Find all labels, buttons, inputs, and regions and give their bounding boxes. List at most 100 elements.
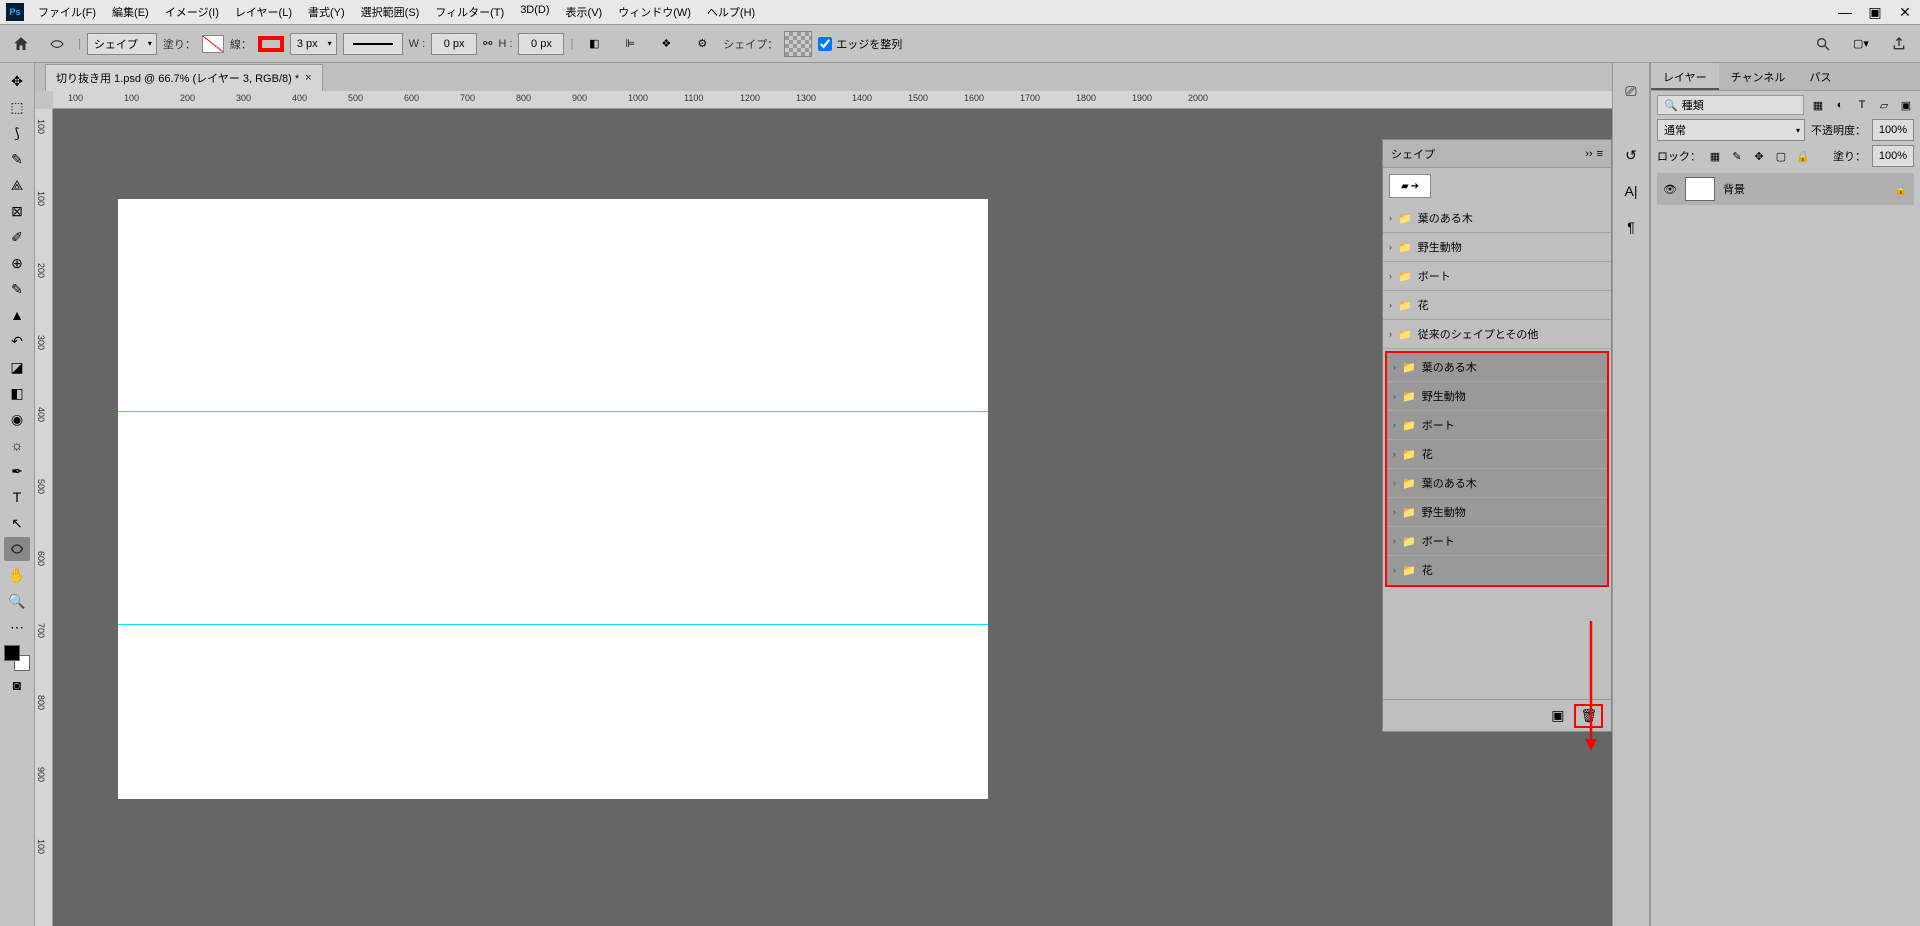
panel-menu-icon[interactable]: ≡ [1597,148,1603,160]
shape-folder-item[interactable]: ›📁野生動物 [1383,233,1611,262]
menu-select[interactable]: 選択範囲(S) [353,0,428,24]
menu-layer[interactable]: レイヤー(L) [227,0,300,24]
fg-color-swatch[interactable] [4,645,20,661]
hand-tool[interactable]: ✋ [4,563,30,587]
layer-name[interactable]: 背景 [1723,181,1745,197]
lock-pixels-icon[interactable]: ✎ [1729,148,1745,164]
menu-image[interactable]: イメージ(I) [157,0,227,24]
height-field[interactable] [518,33,564,55]
visibility-icon[interactable]: 👁 [1663,183,1677,196]
shape-folder-item[interactable]: ›📁ボート [1387,527,1607,556]
shape-folder-item[interactable]: ›📁従来のシェイプとその他 [1383,320,1611,349]
custom-shape-tool[interactable] [4,537,30,561]
shape-folder-item[interactable]: ›📁野生動物 [1387,498,1607,527]
type-tool[interactable]: T [4,485,30,509]
shape-folder-item[interactable]: ›📁花 [1387,440,1607,469]
document-tab[interactable]: 切り抜き用 1.psd @ 66.7% (レイヤー 3, RGB/8) * × [45,64,323,91]
shape-folder-item[interactable]: ›📁葉のある木 [1387,469,1607,498]
shape-folder-item[interactable]: ›📁花 [1383,291,1611,320]
color-swatches[interactable] [4,645,30,671]
frame-tool[interactable]: ⊠ [4,199,30,223]
collapse-panel-icon[interactable]: ›› [1585,148,1592,160]
path-align-icon[interactable]: ⊫ [615,30,645,58]
dodge-tool[interactable]: ☼ [4,433,30,457]
link-wh-icon[interactable]: ⚯ [483,37,492,50]
opacity-field[interactable]: 100% [1872,119,1914,141]
canvas[interactable] [118,199,988,799]
filter-adjust-icon[interactable]: ◐ [1832,97,1848,113]
menu-file[interactable]: ファイル(F) [30,0,104,24]
layer-row[interactable]: 👁 背景 🔒 [1657,173,1914,205]
guide-horizontal[interactable] [118,411,988,412]
home-button[interactable] [6,30,36,58]
gradient-tool[interactable]: ◧ [4,381,30,405]
menu-window[interactable]: ウィンドウ(W) [610,0,699,24]
tool-preset-icon[interactable] [42,30,72,58]
move-tool[interactable]: ✥ [4,69,30,93]
shape-mode-combo[interactable]: シェイプ [87,33,157,55]
healing-tool[interactable]: ⊕ [4,251,30,275]
dock-properties-icon[interactable]: ⎚ [1617,77,1645,105]
lasso-tool[interactable]: ⟆ [4,121,30,145]
ruler-horizontal[interactable]: 1001002003004005006007008009001000110012… [53,91,1612,109]
shape-folder-item[interactable]: ›📁葉のある木 [1387,353,1607,382]
brush-tool[interactable]: ✎ [4,277,30,301]
stroke-width-combo[interactable]: 3 px [290,33,337,55]
close-window-button[interactable]: ✕ [1890,1,1920,23]
path-arrange-icon[interactable]: ❖ [651,30,681,58]
shape-folder-item[interactable]: ›📁花 [1387,556,1607,585]
shape-preview-row[interactable]: ▰➔ [1389,174,1431,198]
stroke-style-combo[interactable] [343,33,403,55]
quick-select-tool[interactable]: ✎ [4,147,30,171]
shape-folder-item[interactable]: ›📁野生動物 [1387,382,1607,411]
quick-mask-icon[interactable]: ◙ [4,673,30,697]
fill-opacity-field[interactable]: 100% [1872,145,1914,167]
ruler-vertical[interactable]: 100100200300400500600700800900100 [35,109,53,926]
shape-folder-item[interactable]: ›📁ボート [1387,411,1607,440]
layer-thumbnail[interactable] [1685,177,1715,201]
eraser-tool[interactable]: ◪ [4,355,30,379]
tab-channels[interactable]: チャンネル [1719,63,1798,90]
zoom-tool[interactable]: 🔍 [4,589,30,613]
lock-all-icon[interactable]: 🔒 [1795,148,1811,164]
guide-horizontal[interactable] [118,624,988,625]
filter-shape-icon[interactable]: ▱ [1876,97,1892,113]
tab-paths[interactable]: パス [1797,63,1843,90]
minimize-button[interactable]: — [1830,1,1860,23]
stroke-swatch[interactable] [258,36,284,52]
shape-folder-item[interactable]: ›📁ボート [1383,262,1611,291]
lock-artboard-icon[interactable]: ▢ [1773,148,1789,164]
width-field[interactable] [431,33,477,55]
lock-position-icon[interactable]: ✥ [1751,148,1767,164]
menu-view[interactable]: 表示(V) [558,0,611,24]
lock-transparency-icon[interactable]: ▦ [1707,148,1723,164]
menu-type[interactable]: 書式(Y) [300,0,353,24]
filter-smart-icon[interactable]: ▣ [1898,97,1914,113]
dock-character-icon[interactable]: A| [1617,177,1645,205]
filter-type-icon[interactable]: T [1854,97,1870,113]
maximize-button[interactable]: ▣ [1860,1,1890,23]
workspace-switcher-icon[interactable]: ▢▾ [1846,30,1876,58]
gear-icon[interactable]: ⚙ [687,30,717,58]
history-brush-tool[interactable]: ↶ [4,329,30,353]
search-icon[interactable] [1808,30,1838,58]
pen-tool[interactable]: ✒ [4,459,30,483]
marquee-tool[interactable]: ⬚ [4,95,30,119]
more-tools[interactable]: ⋯ [4,615,30,639]
crop-tool[interactable]: ⟁ [4,173,30,197]
shape-picker-thumb[interactable] [784,31,812,57]
fill-swatch[interactable] [202,35,224,53]
new-group-icon[interactable]: ▣ [1551,707,1564,724]
align-edges-checkbox[interactable]: エッジを整列 [818,36,902,52]
close-tab-icon[interactable]: × [305,72,311,84]
canvas-area[interactable]: シェイプ ›› ≡ ▰➔ ›📁葉のある木›📁野生動物›📁ボート›📁花›📁従来のシ… [53,109,1612,926]
path-select-tool[interactable]: ↖ [4,511,30,535]
filter-pixel-icon[interactable]: ▦ [1810,97,1826,113]
menu-3d[interactable]: 3D(D) [512,0,557,24]
shape-folder-item[interactable]: ›📁葉のある木 [1383,204,1611,233]
blur-tool[interactable]: ◉ [4,407,30,431]
share-icon[interactable] [1884,30,1914,58]
dock-paragraph-icon[interactable]: ¶ [1617,213,1645,241]
menu-filter[interactable]: フィルター(T) [427,0,512,24]
stamp-tool[interactable]: ▲ [4,303,30,327]
